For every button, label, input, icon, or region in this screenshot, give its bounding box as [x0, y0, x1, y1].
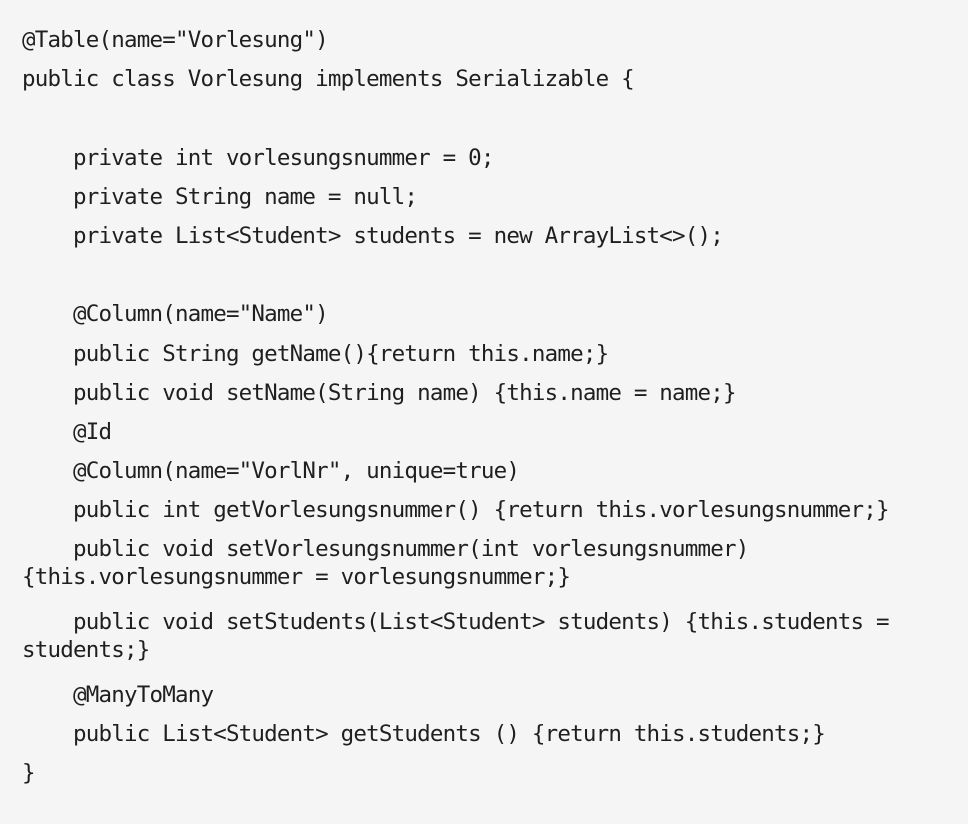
code-line-13: public int getVorlesungsnummer() {return… [22, 497, 890, 524]
code-line-17: students;} [22, 636, 150, 663]
code-line-8: @Column(name="Name") [22, 301, 329, 328]
code-line-10: public void setName(String name) {this.n… [22, 379, 737, 406]
code-line-5: private String name = null; [22, 183, 418, 210]
code-line-9: public String getName(){return this.name… [22, 340, 609, 367]
code-line-19: public List<Student> getStudents () {ret… [22, 721, 826, 747]
code-line-14: public void setVorlesungsnummer(int vorl… [22, 536, 749, 563]
code-line-15: {this.vorlesungsnummer = vorlesungsnumme… [22, 563, 571, 590]
code-line-2: public class Vorlesung implements Serial… [22, 66, 635, 93]
code-line-20: } [22, 760, 36, 787]
code-line-6: private List<Student> students = new Arr… [22, 222, 724, 249]
code-line-1: @Table(name="Vorlesung") [22, 27, 329, 53]
code-block: @Table(name="Vorlesung") public class Vo… [0, 0, 968, 824]
code-line-11: @Id [22, 418, 112, 445]
code-line-16: public void setStudents(List<Student> st… [22, 609, 890, 636]
code-line-4: private int vorlesungsnummer = 0; [22, 144, 494, 171]
code-line-12: @Column(name="VorlNr", unique=true) [22, 458, 520, 485]
code-line-18: @ManyToMany [22, 681, 214, 708]
